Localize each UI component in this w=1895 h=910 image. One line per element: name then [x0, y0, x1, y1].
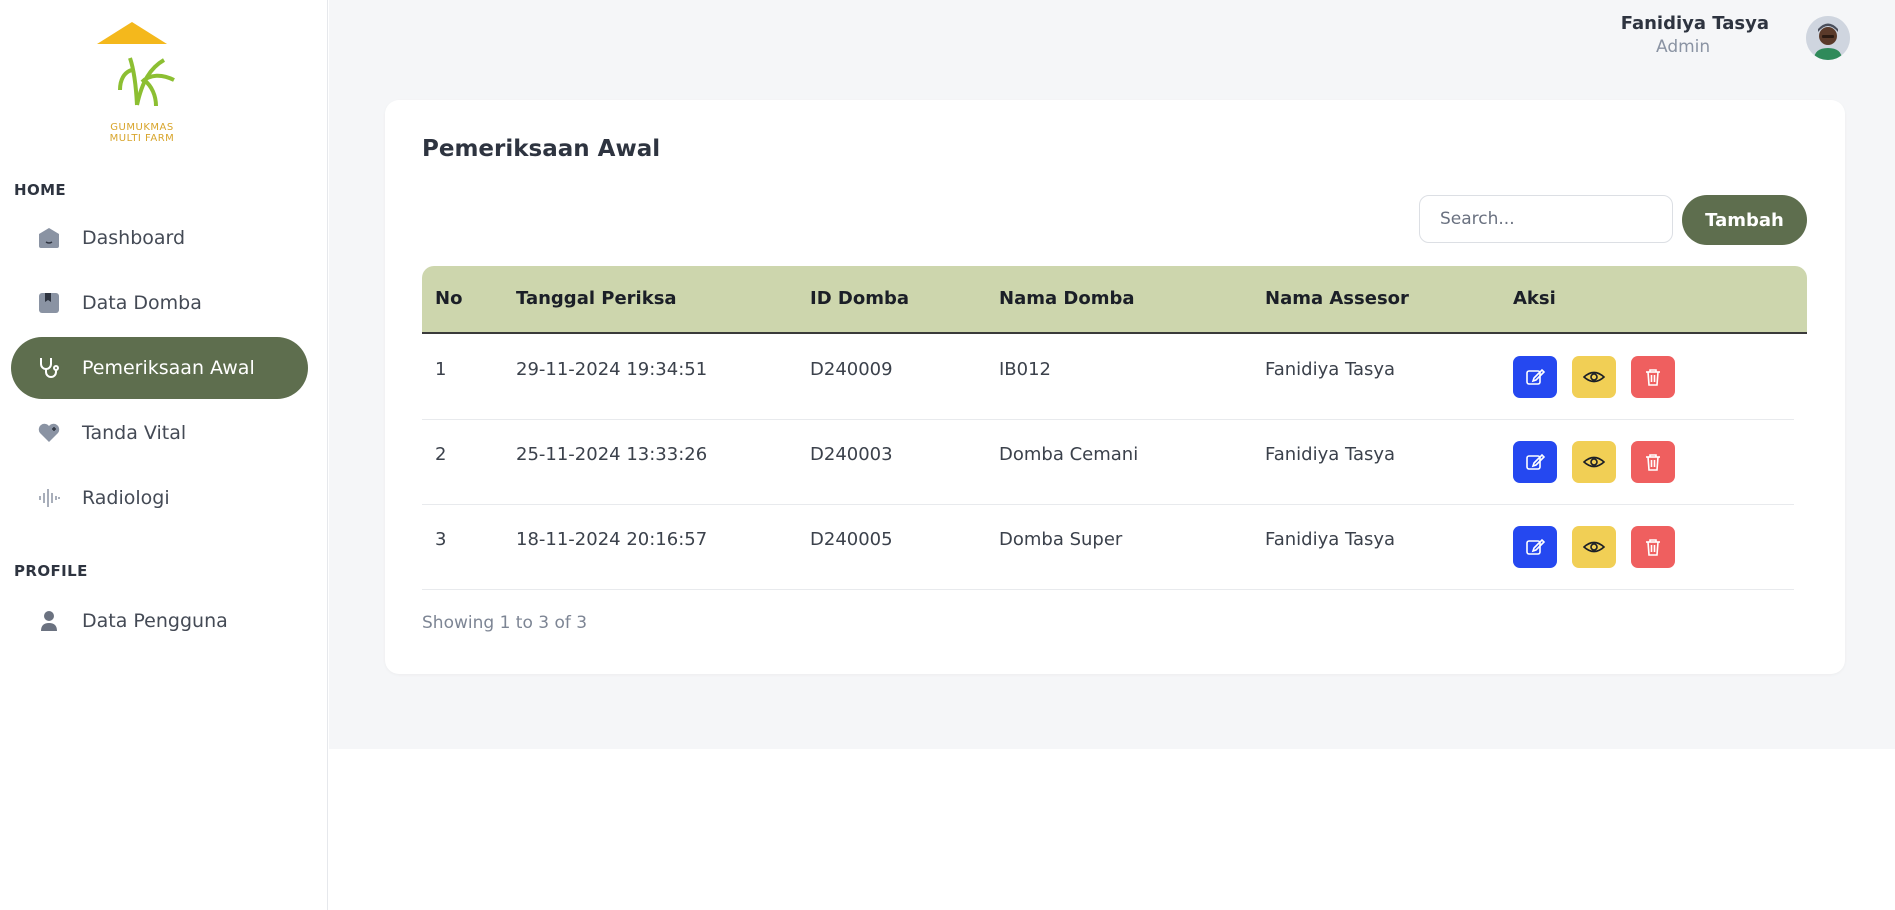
edit-icon — [1526, 453, 1545, 470]
pagination-info: Showing 1 to 3 of 3 — [422, 613, 588, 633]
view-button[interactable] — [1572, 526, 1616, 568]
sidebar: GUMUKMAS MULTI FARM HOME Dashboard Data … — [0, 0, 328, 910]
cell-id: D240009 — [810, 359, 893, 380]
cell-no: 3 — [435, 529, 447, 550]
sidebar-item-label: Tanda Vital — [82, 422, 187, 444]
cell-date: 18-11-2024 20:16:57 — [516, 529, 708, 550]
eye-icon — [1583, 456, 1605, 468]
logo-text-line1: GUMUKMAS — [110, 122, 174, 133]
trash-icon — [1646, 539, 1660, 556]
brand-logo[interactable]: GUMUKMAS MULTI FARM — [92, 20, 192, 146]
sidebar-item-label: Data Pengguna — [82, 610, 228, 632]
page-title: Pemeriksaan Awal — [422, 136, 661, 162]
user-icon — [37, 609, 61, 633]
sidebar-item-label: Pemeriksaan Awal — [82, 357, 255, 379]
cell-id: D240005 — [810, 529, 893, 550]
delete-button[interactable] — [1631, 441, 1675, 483]
waveform-icon — [37, 486, 61, 510]
trash-icon — [1646, 369, 1660, 386]
heart-icon — [37, 421, 61, 445]
bookmark-icon — [37, 291, 61, 315]
edit-icon — [1526, 368, 1545, 385]
cell-assessor: Fanidiya Tasya — [1265, 359, 1396, 380]
sidebar-item-label: Radiologi — [82, 487, 170, 509]
table-header: No Tanggal Periksa ID Domba Nama Domba N… — [422, 266, 1807, 334]
home-icon — [37, 226, 61, 250]
column-header: Tanggal Periksa — [516, 288, 677, 309]
view-button[interactable] — [1572, 356, 1616, 398]
eye-icon — [1583, 371, 1605, 383]
sidebar-item-tanda-vital[interactable]: Tanda Vital — [11, 402, 308, 464]
column-header: Nama Assesor — [1265, 288, 1409, 309]
pemeriksaan-card: Pemeriksaan Awal Tambah No Tanggal Perik… — [385, 100, 1845, 674]
delete-button[interactable] — [1631, 356, 1675, 398]
cell-id: D240003 — [810, 444, 893, 465]
cell-no: 2 — [435, 444, 447, 465]
sidebar-item-dashboard[interactable]: Dashboard — [11, 207, 308, 269]
logo-text-line2: MULTI FARM — [109, 133, 175, 144]
column-header: Aksi — [1513, 288, 1556, 309]
sidebar-item-label: Dashboard — [82, 227, 186, 249]
cell-date: 25-11-2024 13:33:26 — [516, 444, 708, 465]
sidebar-item-data-pengguna[interactable]: Data Pengguna — [11, 590, 308, 652]
section-home-label: HOME — [14, 181, 67, 199]
column-header: ID Domba — [810, 288, 909, 309]
view-button[interactable] — [1572, 441, 1616, 483]
section-profile-label: PROFILE — [14, 562, 88, 580]
edit-button[interactable] — [1513, 526, 1557, 568]
cell-assessor: Fanidiya Tasya — [1265, 444, 1396, 465]
trash-icon — [1646, 454, 1660, 471]
column-header: Nama Domba — [999, 288, 1135, 309]
cell-date: 29-11-2024 19:34:51 — [516, 359, 708, 380]
sidebar-item-radiologi[interactable]: Radiologi — [11, 467, 308, 529]
table-row: 1 29-11-2024 19:34:51 D240009 IB012 Fani… — [422, 335, 1794, 420]
user-role: Admin — [1656, 37, 1711, 57]
sidebar-item-pemeriksaan-awal[interactable]: Pemeriksaan Awal — [11, 337, 308, 399]
tambah-button[interactable]: Tambah — [1682, 195, 1807, 245]
eye-icon — [1583, 541, 1605, 553]
stethoscope-icon — [37, 356, 61, 380]
cell-no: 1 — [435, 359, 447, 380]
logo-icon — [97, 22, 175, 107]
cell-name: Domba Super — [999, 529, 1123, 550]
edit-button[interactable] — [1513, 356, 1557, 398]
cell-name: Domba Cemani — [999, 444, 1139, 465]
table-row: 2 25-11-2024 13:33:26 D240003 Domba Cema… — [422, 420, 1794, 505]
cell-assessor: Fanidiya Tasya — [1265, 529, 1396, 550]
edit-icon — [1526, 538, 1545, 555]
column-header: No — [435, 288, 463, 309]
sidebar-item-label: Data Domba — [82, 292, 202, 314]
user-name: Fanidiya Tasya — [1620, 13, 1769, 34]
search-input[interactable] — [1419, 195, 1673, 243]
cell-name: IB012 — [999, 359, 1052, 380]
edit-button[interactable] — [1513, 441, 1557, 483]
sidebar-item-data-domba[interactable]: Data Domba — [11, 272, 308, 334]
table-row: 3 18-11-2024 20:16:57 D240005 Domba Supe… — [422, 505, 1794, 590]
delete-button[interactable] — [1631, 526, 1675, 568]
avatar[interactable] — [1806, 16, 1850, 60]
